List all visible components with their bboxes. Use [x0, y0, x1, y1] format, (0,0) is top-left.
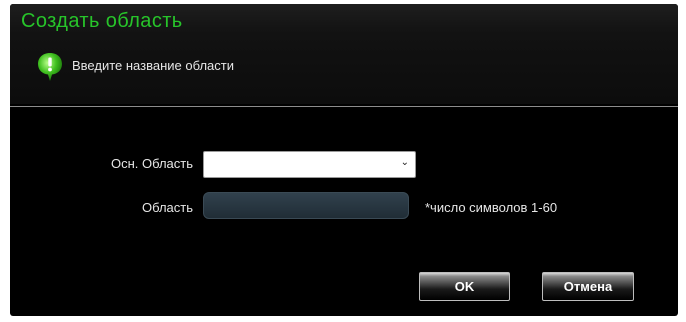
- parent-area-label: Осн. Область: [110, 156, 193, 171]
- dialog-header: Создать область Введите название области: [10, 4, 678, 104]
- chevron-down-icon[interactable]: ⌄: [401, 157, 409, 168]
- dialog-title: Создать область: [21, 10, 183, 32]
- parent-area-select[interactable]: ⌄: [203, 151, 416, 178]
- area-name-label: Область: [141, 200, 193, 215]
- hint-row: Введите название области: [36, 51, 234, 83]
- create-area-dialog: Создать область Введите название области…: [10, 4, 678, 316]
- info-bubble-icon: [38, 53, 62, 81]
- area-name-hint: *число символов 1-60: [425, 200, 558, 215]
- cancel-button[interactable]: Отмена: [542, 272, 634, 301]
- ok-button[interactable]: OK: [419, 272, 510, 301]
- area-name-input[interactable]: [203, 192, 409, 219]
- hint-text: Введите название области: [72, 57, 234, 73]
- header-divider: [10, 106, 678, 107]
